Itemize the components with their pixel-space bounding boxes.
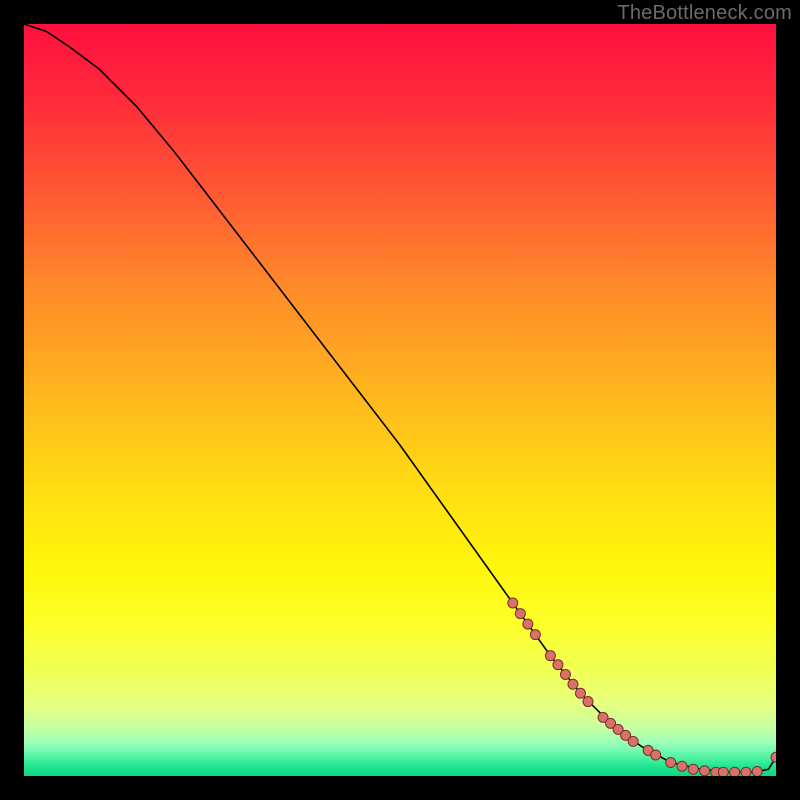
data-marker bbox=[752, 766, 762, 776]
data-marker bbox=[741, 767, 751, 776]
data-marker bbox=[575, 688, 585, 698]
data-marker bbox=[523, 619, 533, 629]
data-marker bbox=[718, 767, 728, 776]
data-marker bbox=[560, 669, 570, 679]
data-marker bbox=[530, 630, 540, 640]
data-marker bbox=[666, 757, 676, 767]
data-marker bbox=[508, 598, 518, 608]
data-marker bbox=[628, 736, 638, 746]
data-marker bbox=[651, 750, 661, 760]
chart-svg bbox=[24, 24, 776, 776]
data-marker bbox=[568, 679, 578, 689]
chart-frame: TheBottleneck.com bbox=[0, 0, 800, 800]
data-marker bbox=[553, 660, 563, 670]
data-marker bbox=[688, 764, 698, 774]
data-marker bbox=[515, 609, 525, 619]
data-marker bbox=[583, 697, 593, 707]
watermark-text: TheBottleneck.com bbox=[617, 2, 792, 25]
data-marker bbox=[545, 651, 555, 661]
data-marker bbox=[730, 767, 740, 776]
gradient-background bbox=[24, 24, 776, 776]
plot-area bbox=[24, 24, 776, 776]
data-marker bbox=[700, 766, 710, 776]
data-marker bbox=[677, 761, 687, 771]
